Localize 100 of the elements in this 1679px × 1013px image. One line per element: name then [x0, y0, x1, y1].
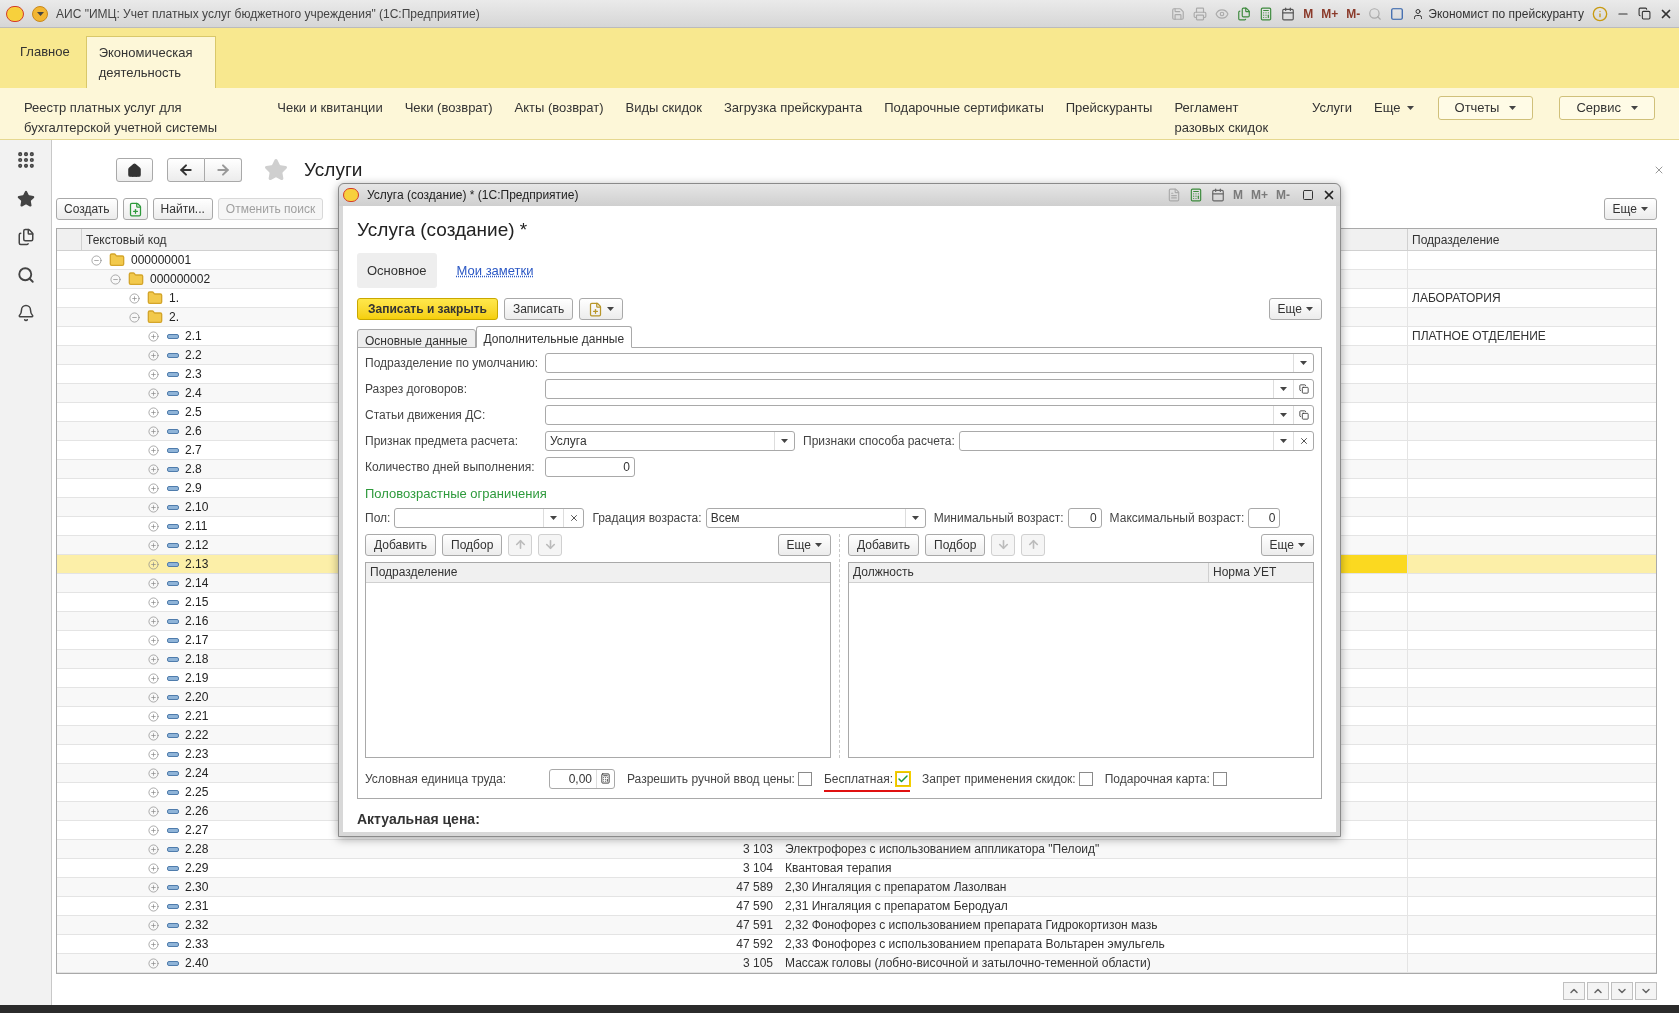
- open-icon[interactable]: [1298, 410, 1309, 420]
- preview-icon[interactable]: [1215, 6, 1230, 21]
- memory-button[interactable]: M-: [1346, 4, 1361, 23]
- select-field[interactable]: [545, 379, 1314, 399]
- memory-button[interactable]: M+: [1321, 4, 1339, 23]
- menu-button[interactable]: Сервис: [1559, 96, 1655, 120]
- section-tab[interactable]: Главное: [8, 36, 82, 88]
- scroll-button[interactable]: [1611, 982, 1633, 1000]
- select-field[interactable]: [394, 507, 585, 528]
- create-copy-button[interactable]: [122, 198, 148, 220]
- page-tab[interactable]: Основные данные: [357, 329, 476, 348]
- restore-icon[interactable]: [1638, 7, 1651, 20]
- collapse-icon[interactable]: [91, 254, 102, 266]
- expand-icon[interactable]: [148, 330, 159, 342]
- select-field[interactable]: [545, 405, 1314, 425]
- expand-icon[interactable]: [148, 900, 159, 912]
- move-down-button[interactable]: [538, 533, 563, 556]
- expand-icon[interactable]: [148, 539, 159, 551]
- expand-icon[interactable]: [148, 938, 159, 950]
- toolbar-button[interactable]: Найти...: [152, 198, 213, 220]
- nav-link[interactable]: Услуги: [1312, 98, 1353, 118]
- number-field[interactable]: 0: [1248, 507, 1281, 528]
- expand-icon[interactable]: [148, 520, 159, 532]
- move-up-button[interactable]: [508, 533, 533, 556]
- nav-link[interactable]: Загрузка прейскуранта: [723, 98, 863, 118]
- save-close-button[interactable]: Записать и закрыть: [357, 298, 498, 320]
- pick-button[interactable]: Подбор: [925, 533, 986, 556]
- nav-link[interactable]: Акты (возврат): [514, 98, 604, 118]
- pick-button[interactable]: Подбор: [442, 533, 503, 556]
- scroll-button[interactable]: [1635, 982, 1657, 1000]
- nav-link[interactable]: Регламент разовых скидок: [1174, 98, 1291, 137]
- favorites-icon[interactable]: [16, 190, 35, 208]
- form-tab[interactable]: Мои заметки: [446, 252, 544, 288]
- calculator-icon[interactable]: [1189, 188, 1203, 202]
- expand-icon[interactable]: [148, 577, 159, 589]
- memory-button[interactable]: M: [1303, 4, 1314, 23]
- history-icon[interactable]: [16, 228, 35, 246]
- document-menu-button[interactable]: [579, 298, 624, 320]
- nav-link[interactable]: Чеки (возврат): [404, 98, 493, 118]
- collapse-icon[interactable]: [129, 311, 140, 323]
- table-row[interactable]: 2.31 47 590 2,31 Ингаляция с препаратом Беродуал: [57, 897, 1656, 916]
- open-icon[interactable]: [1298, 384, 1309, 394]
- move-up-button[interactable]: [1021, 533, 1046, 556]
- expand-icon[interactable]: [148, 767, 159, 779]
- panel-icon[interactable]: [1390, 6, 1405, 21]
- expand-icon[interactable]: [148, 919, 159, 931]
- select-field[interactable]: Услуга: [545, 431, 795, 451]
- select-field[interactable]: [545, 353, 1314, 373]
- more-menu[interactable]: Еще: [1374, 98, 1414, 118]
- menu-icon[interactable]: [32, 5, 48, 22]
- scroll-button[interactable]: [1563, 982, 1585, 1000]
- expand-icon[interactable]: [148, 691, 159, 703]
- table-row[interactable]: 2.29 3 104 Квантовая терапия: [57, 859, 1656, 878]
- calculator-icon[interactable]: [600, 773, 611, 784]
- number-field[interactable]: 0,00: [549, 768, 615, 789]
- expand-icon[interactable]: [148, 387, 159, 399]
- more-button[interactable]: Еще: [1603, 198, 1657, 220]
- expand-icon[interactable]: [148, 349, 159, 361]
- expand-icon[interactable]: [148, 615, 159, 627]
- print-icon[interactable]: [1193, 6, 1208, 21]
- checkbox[interactable]: [797, 771, 812, 786]
- form-tab[interactable]: Основное: [357, 252, 437, 288]
- nav-link[interactable]: Подарочные сертификаты: [884, 98, 1044, 118]
- collapse-icon[interactable]: [110, 273, 121, 285]
- table-row[interactable]: 2.28 3 103 Электрофорез с использованием аппликатора "Пелоид": [57, 840, 1656, 859]
- expand-icon[interactable]: [148, 843, 159, 855]
- table-row[interactable]: 2.32 47 591 2,32 Фонофорез с использованием препарата Гидрокортизон мазь: [57, 916, 1656, 935]
- table-row[interactable]: 2.33 47 592 2,33 Фонофорез с использованием препарата Вольтарен эмульгель: [57, 935, 1656, 954]
- section-tab[interactable]: Экономическая деятельность: [85, 36, 216, 88]
- expand-icon[interactable]: [148, 501, 159, 513]
- expand-icon[interactable]: [148, 463, 159, 475]
- expand-icon[interactable]: [148, 824, 159, 836]
- select-field[interactable]: [958, 431, 1314, 451]
- scroll-button[interactable]: [1587, 982, 1609, 1000]
- save-icon[interactable]: [1171, 6, 1186, 21]
- expand-icon[interactable]: [148, 786, 159, 798]
- user-name[interactable]: Экономист по прейскуранту: [1412, 4, 1584, 23]
- expand-icon[interactable]: [148, 368, 159, 380]
- favorite-icon[interactable]: [264, 158, 288, 182]
- calculator-icon[interactable]: [1259, 6, 1274, 21]
- bell-icon[interactable]: [16, 304, 35, 322]
- clear-icon[interactable]: [1298, 436, 1309, 446]
- clear-icon[interactable]: [568, 512, 579, 523]
- menu-button[interactable]: Отчеты: [1437, 96, 1534, 120]
- more-button[interactable]: Еще: [1268, 298, 1322, 320]
- more-button[interactable]: Еще: [1260, 533, 1314, 556]
- zoom-icon[interactable]: [1368, 6, 1383, 21]
- page-tab[interactable]: Дополнительные данные: [475, 326, 633, 348]
- number-field[interactable]: 0: [1067, 507, 1102, 528]
- expand-icon[interactable]: [148, 596, 159, 608]
- expand-icon[interactable]: [148, 729, 159, 741]
- select-field[interactable]: Всем: [705, 507, 926, 528]
- checkbox[interactable]: [1212, 771, 1227, 786]
- save-button[interactable]: Записать: [503, 298, 574, 320]
- add-button[interactable]: Добавить: [365, 533, 437, 556]
- expand-icon[interactable]: [148, 862, 159, 874]
- document-icon[interactable]: [1167, 188, 1181, 202]
- expand-icon[interactable]: [148, 406, 159, 418]
- nav-link[interactable]: Чеки и квитанции: [277, 98, 383, 118]
- close-icon[interactable]: [1322, 188, 1336, 202]
